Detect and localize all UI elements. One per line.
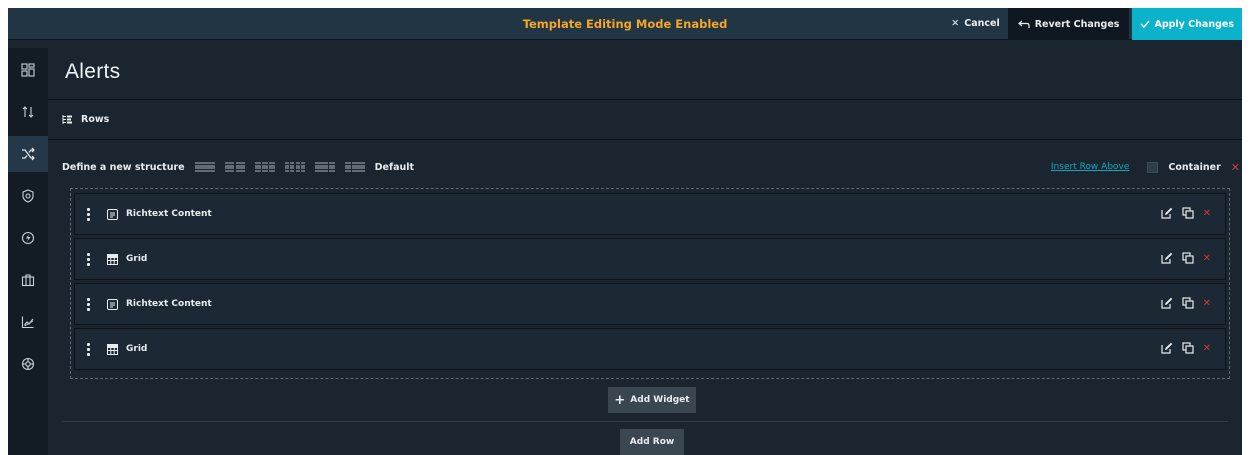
drag-handle-icon[interactable] (87, 298, 91, 312)
check-icon (1140, 20, 1151, 28)
widget-row[interactable]: Richtext Content ✕ (74, 283, 1226, 325)
rail-item-sort[interactable] (8, 94, 48, 130)
cancel-button[interactable]: ✕ Cancel (943, 8, 1007, 40)
duplicate-icon[interactable] (1182, 342, 1194, 354)
container-checkbox[interactable] (1147, 161, 1159, 173)
delete-row-icon[interactable]: ✕ (1231, 161, 1240, 174)
widget-actions: ✕ (1161, 207, 1211, 219)
layout-4-col-icon[interactable] (284, 162, 305, 172)
layout-default-option[interactable]: Default (375, 162, 414, 173)
rows-label: Rows (81, 114, 110, 125)
widget-label: Grid (126, 344, 148, 354)
dashboard-grid-icon (21, 63, 35, 77)
remove-widget-icon[interactable]: ✕ (1203, 343, 1211, 354)
container-label: Container (1168, 161, 1221, 173)
structure-bar: Define a new structure Default (62, 160, 414, 174)
left-nav-rail (8, 48, 48, 455)
grid-icon (107, 344, 118, 355)
lightning-icon (21, 231, 35, 245)
widget-label: Grid (126, 254, 148, 264)
grid-icon (107, 254, 118, 265)
duplicate-icon[interactable] (1182, 252, 1194, 264)
rows-section-header[interactable]: Rows (48, 100, 1242, 140)
widget-label: Richtext Content (126, 209, 212, 219)
rail-item-reports[interactable] (8, 304, 48, 340)
add-widget-label: Add Widget (630, 395, 690, 405)
layout-1-2-col-icon[interactable] (344, 162, 365, 172)
revert-label: Revert Changes (1034, 18, 1120, 30)
widget-row[interactable]: Grid ✕ (74, 328, 1226, 370)
drag-handle-icon[interactable] (87, 253, 91, 267)
drag-handle-icon[interactable] (87, 208, 91, 222)
define-structure-label: Define a new structure (62, 161, 185, 173)
edit-icon[interactable] (1161, 207, 1173, 219)
add-row-button[interactable]: Add Row (620, 429, 684, 455)
layout-1-col-icon[interactable] (194, 162, 215, 172)
duplicate-icon[interactable] (1182, 297, 1194, 309)
rail-item-integrations[interactable] (8, 346, 48, 382)
shield-icon (22, 189, 34, 203)
rail-item-incidents[interactable] (8, 220, 48, 256)
chart-icon (21, 316, 34, 329)
widget-actions: ✕ (1161, 342, 1211, 354)
top-actions: ✕ Cancel Revert Changes Apply Changes (943, 8, 1242, 40)
edit-icon[interactable] (1161, 342, 1173, 354)
apply-changes-button[interactable]: Apply Changes (1132, 8, 1242, 40)
edit-icon[interactable] (1161, 252, 1173, 264)
rail-item-cases[interactable] (8, 262, 48, 298)
richtext-icon (107, 299, 118, 310)
richtext-icon (107, 209, 118, 220)
rail-item-dashboards[interactable] (8, 52, 48, 88)
widget-container: Richtext Content ✕ Grid ✕ Richtext Conte… (70, 188, 1230, 379)
remove-widget-icon[interactable]: ✕ (1203, 208, 1211, 219)
plus-icon: + (614, 392, 626, 408)
layout-2-col-icon[interactable] (224, 162, 245, 172)
divider (62, 421, 1228, 422)
layout-3-col-icon[interactable] (254, 162, 275, 172)
main-panel: Alerts Rows Define a new structure Defau… (48, 48, 1242, 455)
sort-icon (22, 106, 34, 118)
widget-actions: ✕ (1161, 297, 1211, 309)
remove-widget-icon[interactable]: ✕ (1203, 298, 1211, 309)
insert-row-above-link[interactable]: Insert Row Above (1051, 162, 1130, 172)
globe-icon (21, 357, 35, 371)
widget-actions: ✕ (1161, 252, 1211, 264)
page-title: Alerts (65, 60, 121, 83)
edit-icon[interactable] (1161, 297, 1173, 309)
app-frame: Template Editing Mode Enabled ✕ Cancel R… (8, 8, 1242, 455)
add-widget-button[interactable]: + Add Widget (608, 387, 696, 413)
revert-changes-button[interactable]: Revert Changes (1007, 8, 1130, 40)
widget-label: Richtext Content (126, 299, 212, 309)
briefcase-icon (21, 274, 35, 287)
rows-icon (62, 115, 72, 124)
apply-label: Apply Changes (1154, 18, 1234, 30)
cancel-label: Cancel (964, 18, 1000, 29)
close-icon: ✕ (951, 18, 960, 29)
drag-handle-icon[interactable] (87, 343, 91, 357)
undo-icon (1017, 20, 1030, 28)
duplicate-icon[interactable] (1182, 207, 1194, 219)
row-options: Insert Row Above Container ✕ (1051, 158, 1242, 176)
shuffle-icon (22, 147, 35, 161)
rail-item-automation[interactable] (8, 136, 48, 172)
layout-2-1-col-icon[interactable] (314, 162, 335, 172)
template-edit-bar: Template Editing Mode Enabled ✕ Cancel R… (8, 8, 1242, 40)
remove-widget-icon[interactable]: ✕ (1203, 253, 1211, 264)
widget-row[interactable]: Grid ✕ (74, 238, 1226, 280)
widget-row[interactable]: Richtext Content ✕ (74, 193, 1226, 235)
rail-item-security[interactable] (8, 178, 48, 214)
page-header: Alerts (48, 48, 1242, 100)
